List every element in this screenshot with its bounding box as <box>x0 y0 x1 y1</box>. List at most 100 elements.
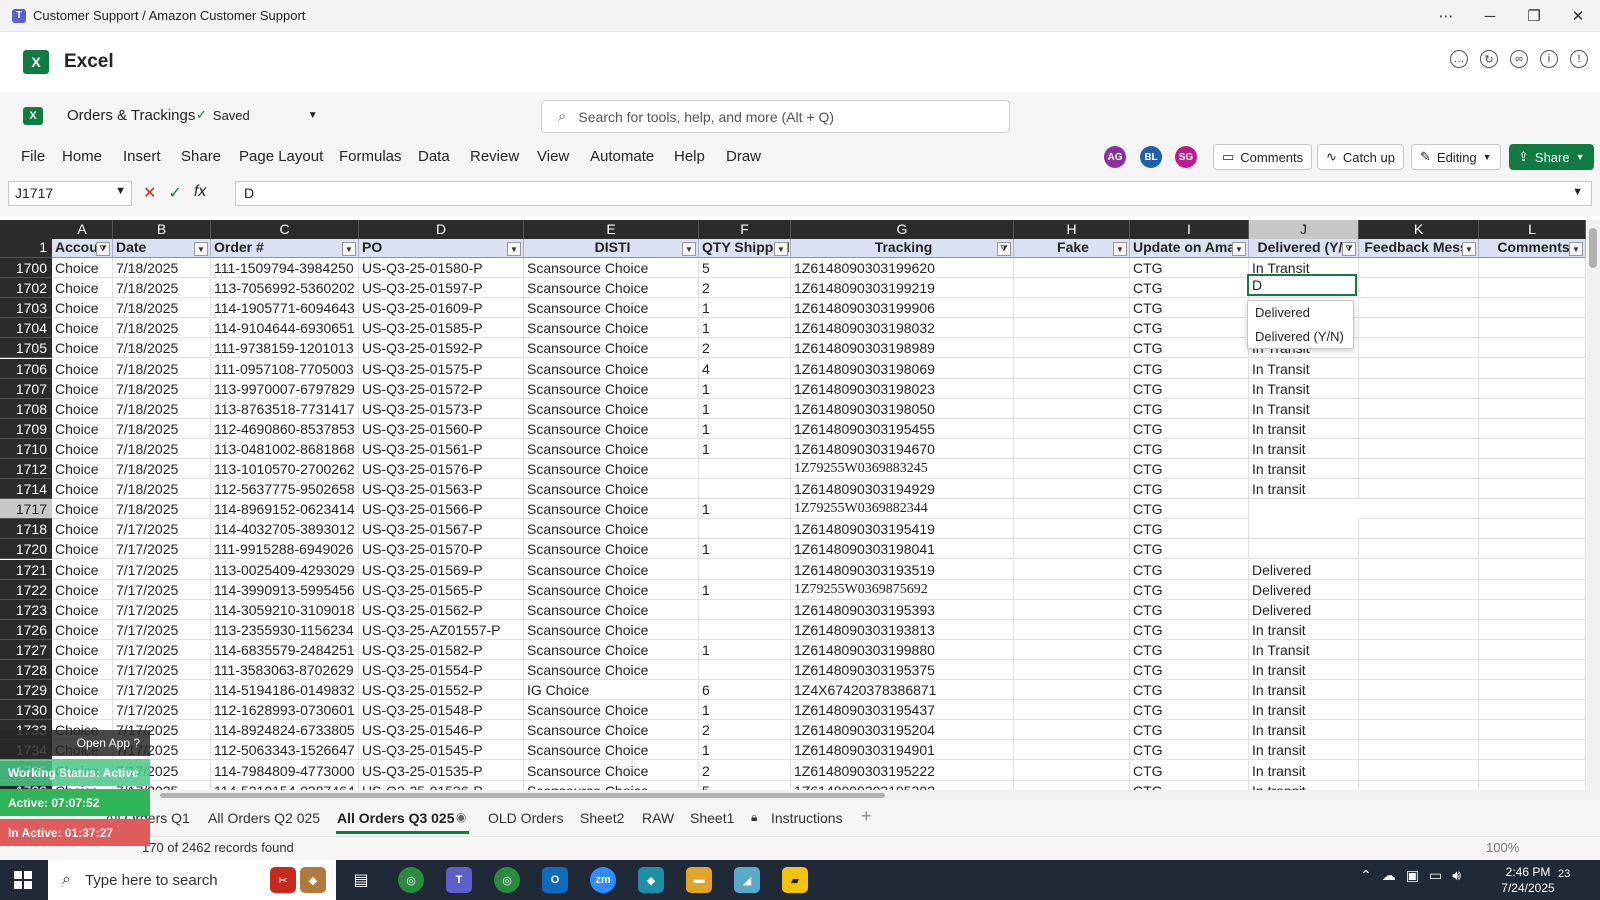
table-cell[interactable] <box>1359 539 1479 560</box>
table-cell[interactable]: US-Q3-25-01575-P <box>359 358 524 379</box>
table-cell[interactable]: 7/18/2025 <box>113 499 211 520</box>
table-cell[interactable]: Scansource Choice <box>524 559 699 580</box>
outlook-icon[interactable]: O <box>542 867 568 893</box>
table-cell[interactable]: Choice <box>52 298 113 319</box>
row-number[interactable]: 1729 <box>0 680 52 701</box>
windows-start-icon[interactable] <box>14 871 32 889</box>
app-icon[interactable]: ◢ <box>734 867 760 893</box>
table-cell[interactable] <box>699 519 791 540</box>
table-cell[interactable] <box>1014 539 1130 560</box>
table-cell[interactable]: Scansource Choice <box>524 519 699 540</box>
menu-draw[interactable]: Draw <box>726 148 761 165</box>
table-cell[interactable]: US-Q3-25-01546-P <box>359 720 524 741</box>
table-cell[interactable] <box>1014 378 1130 399</box>
table-cell[interactable]: 1Z6148090303193813 <box>791 619 1014 640</box>
table-cell[interactable]: 1Z6148090303198041 <box>791 539 1014 560</box>
table-cell[interactable] <box>1479 700 1586 721</box>
column-header[interactable]: G <box>791 220 1014 239</box>
table-cell[interactable] <box>1359 278 1479 299</box>
shield-icon[interactable]: ! <box>1570 50 1588 68</box>
menu-file[interactable]: File <box>21 148 45 165</box>
table-cell[interactable]: CTG <box>1130 639 1249 660</box>
editing-mode-button[interactable]: ✎ Editing ▼ <box>1411 144 1501 170</box>
menu-share[interactable]: Share <box>181 148 221 165</box>
table-cell[interactable]: 113-8763518-7731417 <box>211 398 359 419</box>
vertical-scroll-thumb[interactable] <box>1589 228 1597 268</box>
table-cell[interactable] <box>1479 358 1586 379</box>
table-cell[interactable]: 7/18/2025 <box>113 278 211 299</box>
table-cell[interactable]: 7/17/2025 <box>113 680 211 701</box>
table-cell[interactable]: US-Q3-25-01572-P <box>359 378 524 399</box>
table-cell[interactable]: CTG <box>1130 519 1249 540</box>
table-cell[interactable]: In transit <box>1249 438 1359 459</box>
table-cell[interactable] <box>1479 338 1586 359</box>
column-header[interactable]: D <box>359 220 524 239</box>
table-cell[interactable] <box>1359 619 1479 640</box>
table-cell[interactable]: US-Q3-25-01563-P <box>359 479 524 500</box>
formula-input[interactable]: D ▼ <box>235 181 1592 206</box>
table-cell[interactable]: US-Q3-25-01536-P <box>359 780 524 790</box>
table-cell[interactable]: 113-9970007-6797829 <box>211 378 359 399</box>
table-cell[interactable]: 7/18/2025 <box>113 298 211 319</box>
table-cell[interactable]: Scansource Choice <box>524 720 699 741</box>
table-cell[interactable]: 1 <box>699 639 791 660</box>
menu-data[interactable]: Data <box>418 148 450 165</box>
table-cell[interactable]: CTG <box>1130 619 1249 640</box>
filter-dropdown-icon[interactable]: ▼ <box>342 242 356 256</box>
menu-home[interactable]: Home <box>62 148 102 165</box>
table-cell[interactable]: CTG <box>1130 740 1249 761</box>
vertical-scrollbar[interactable] <box>1587 220 1600 790</box>
table-cell[interactable]: 1Z79255W0369882344 <box>791 499 1014 520</box>
row-number[interactable]: 1714 <box>0 479 52 500</box>
table-cell[interactable] <box>1359 740 1479 761</box>
table-cell[interactable]: 111-0957108-7705003 <box>211 358 359 379</box>
column-header[interactable]: C <box>211 220 359 239</box>
table-cell[interactable]: CTG <box>1130 599 1249 620</box>
column-header[interactable]: H <box>1014 220 1130 239</box>
table-cell[interactable]: In Transit <box>1249 358 1359 379</box>
table-cell[interactable]: 1 <box>699 398 791 419</box>
table-cell[interactable] <box>1014 639 1130 660</box>
restore-icon[interactable]: ❐ <box>1512 0 1556 32</box>
chrome-icon[interactable]: ◎ <box>398 867 424 893</box>
table-cell[interactable] <box>1359 660 1479 681</box>
avatar[interactable]: AG <box>1104 146 1126 168</box>
column-header[interactable]: I <box>1130 220 1249 239</box>
table-cell[interactable] <box>1479 740 1586 761</box>
table-cell[interactable]: CTG <box>1130 358 1249 379</box>
table-cell[interactable]: US-Q3-25-01535-P <box>359 760 524 781</box>
table-cell[interactable]: US-Q3-25-01592-P <box>359 338 524 359</box>
table-cell[interactable]: Choice <box>52 278 113 299</box>
table-cell[interactable]: 114-8924824-6733805 <box>211 720 359 741</box>
table-cell[interactable]: 5 <box>699 780 791 790</box>
table-cell[interactable] <box>1359 378 1479 399</box>
table-cell[interactable]: Scansource Choice <box>524 278 699 299</box>
onedrive-icon[interactable]: ☁ <box>1382 867 1396 884</box>
security-icon[interactable]: ▣ <box>1406 867 1419 884</box>
comments-button[interactable]: ▭ Comments <box>1213 144 1313 170</box>
table-cell[interactable]: Delivered <box>1249 559 1359 580</box>
table-cell[interactable] <box>1014 499 1130 520</box>
filter-dropdown-icon[interactable]: ▼ <box>1232 242 1246 256</box>
table-cell[interactable]: 1Z6148090303199880 <box>791 639 1014 660</box>
table-cell[interactable]: US-Q3-25-01545-P <box>359 740 524 761</box>
table-cell[interactable]: CTG <box>1130 700 1249 721</box>
table-cell[interactable]: Choice <box>52 418 113 439</box>
saved-status[interactable]: ✓ Saved ▼ <box>196 107 318 123</box>
table-cell[interactable]: CTG <box>1130 438 1249 459</box>
table-cell[interactable]: 7/17/2025 <box>113 619 211 640</box>
table-cell[interactable]: 111-1509794-3984250 <box>211 258 359 279</box>
network-icon[interactable]: ▭ <box>1429 867 1442 884</box>
table-cell[interactable]: 1 <box>699 499 791 520</box>
table-cell[interactable] <box>1359 298 1479 319</box>
table-cell[interactable]: In transit <box>1249 479 1359 500</box>
table-cell[interactable]: 1Z6148090303198069 <box>791 358 1014 379</box>
table-cell[interactable]: 1Z6148090303195437 <box>791 700 1014 721</box>
table-cell[interactable]: CTG <box>1130 278 1249 299</box>
volume-icon[interactable]: 🔊︎ <box>1452 867 1461 884</box>
table-cell[interactable]: Choice <box>52 700 113 721</box>
zoom-level[interactable]: 100% <box>1486 840 1519 855</box>
table-cell[interactable]: 1Z6148090303193519 <box>791 559 1014 580</box>
row-number[interactable]: 1720 <box>0 539 52 560</box>
table-cell[interactable] <box>1014 680 1130 701</box>
